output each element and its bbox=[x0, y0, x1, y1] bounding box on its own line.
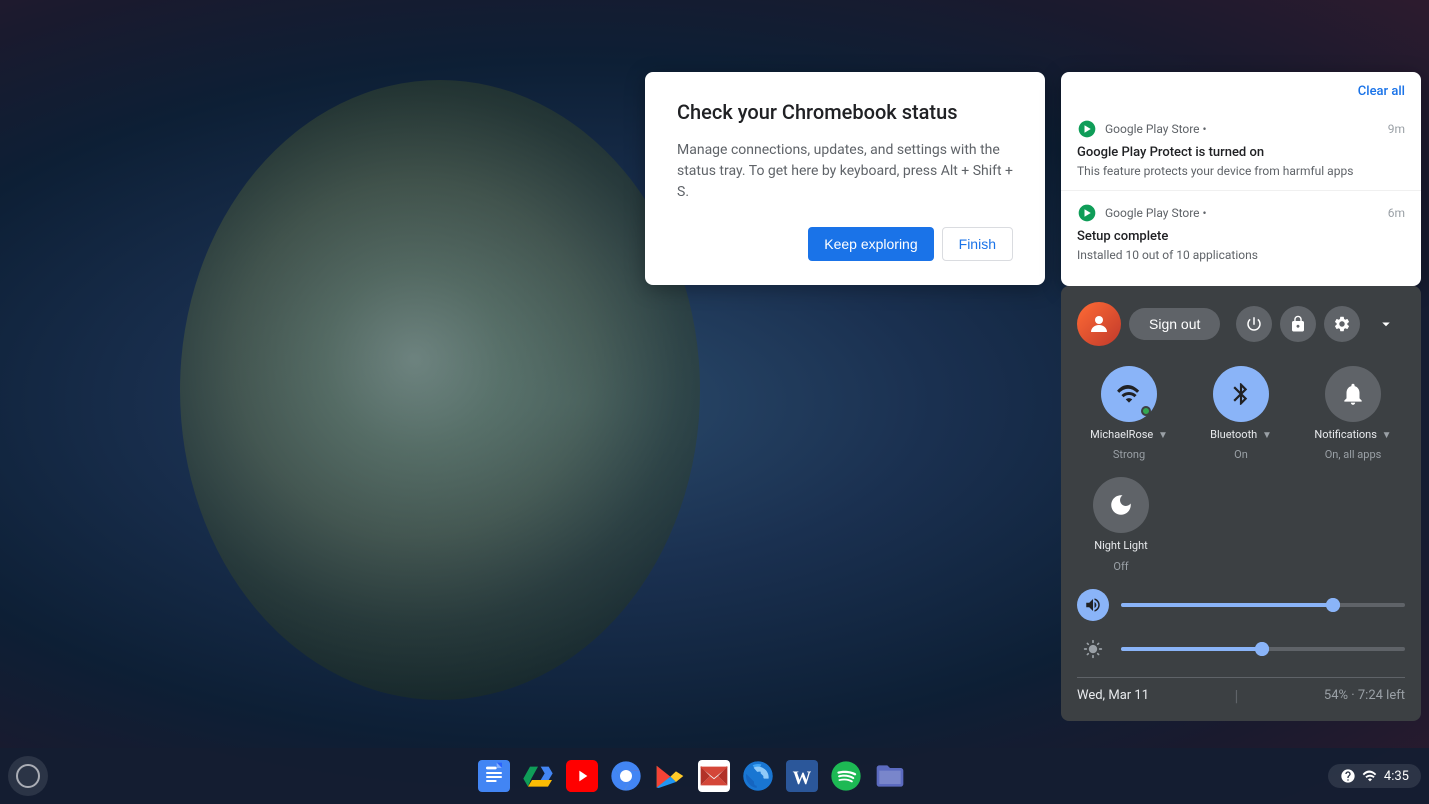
notif-title-1: Google Play Protect is turned on bbox=[1077, 145, 1405, 160]
brightness-icon bbox=[1077, 633, 1109, 665]
taskbar-app-chrome[interactable] bbox=[606, 756, 646, 796]
bluetooth-control: Bluetooth ▼ On bbox=[1189, 366, 1293, 461]
card-body: Manage connections, updates, and setting… bbox=[677, 140, 1013, 203]
card-title: Check your Chromebook status bbox=[677, 100, 1013, 124]
finish-button[interactable]: Finish bbox=[942, 227, 1013, 261]
notif-body-1: This feature protects your device from h… bbox=[1077, 164, 1405, 178]
help-icon bbox=[1340, 768, 1356, 784]
play-store-icon-1 bbox=[1077, 119, 1097, 139]
volume-slider-row bbox=[1077, 589, 1405, 621]
taskbar-left bbox=[8, 756, 56, 796]
card-buttons: Keep exploring Finish bbox=[677, 227, 1013, 261]
notification-panel: Clear all Google Play Store • 9m Google … bbox=[1061, 72, 1421, 286]
notif-app-name-2: Google Play Store • bbox=[1105, 206, 1207, 220]
notification-item-2: Google Play Store • 6m Setup complete In… bbox=[1061, 191, 1421, 274]
expand-button[interactable] bbox=[1368, 306, 1404, 342]
taskbar: W bbox=[0, 748, 1429, 804]
sign-out-button[interactable]: Sign out bbox=[1129, 308, 1220, 340]
notif-time-1: 9m bbox=[1388, 122, 1405, 136]
settings-button[interactable] bbox=[1324, 306, 1360, 342]
brightness-slider-row bbox=[1077, 633, 1405, 665]
taskbar-app-word[interactable]: W bbox=[782, 756, 822, 796]
desktop: Check your Chromebook status Manage conn… bbox=[0, 0, 1429, 804]
tray-controls-grid: MichaelRose ▼ Strong Bluetooth ▼ On bbox=[1077, 366, 1405, 461]
taskbar-app-gmail[interactable] bbox=[694, 756, 734, 796]
night-light-control: Night Light Off bbox=[1093, 477, 1149, 572]
notifications-button[interactable] bbox=[1325, 366, 1381, 422]
svg-text:W: W bbox=[793, 768, 812, 789]
notifications-sublabel: On, all apps bbox=[1325, 448, 1382, 461]
taskbar-app-files[interactable] bbox=[870, 756, 910, 796]
night-light-button[interactable] bbox=[1093, 477, 1149, 533]
wifi-control: MichaelRose ▼ Strong bbox=[1077, 366, 1181, 461]
notif-time-2: 6m bbox=[1388, 206, 1405, 220]
brightness-slider[interactable] bbox=[1121, 647, 1405, 651]
taskbar-time: 4:35 bbox=[1384, 769, 1409, 784]
play-store-icon-2 bbox=[1077, 203, 1097, 223]
taskbar-right: 4:35 bbox=[1328, 764, 1421, 788]
night-light-label: Night Light bbox=[1094, 539, 1148, 553]
wifi-button[interactable] bbox=[1101, 366, 1157, 422]
launcher-icon bbox=[16, 764, 40, 788]
notification-header: Clear all bbox=[1061, 84, 1421, 107]
bluetooth-label: Bluetooth ▼ bbox=[1210, 428, 1272, 442]
notifications-label: Notifications ▼ bbox=[1314, 428, 1391, 442]
wifi-label: MichaelRose ▼ bbox=[1090, 428, 1168, 442]
notification-item-1: Google Play Store • 9m Google Play Prote… bbox=[1061, 107, 1421, 191]
taskbar-app-earth[interactable] bbox=[738, 756, 778, 796]
lock-button[interactable] bbox=[1280, 306, 1316, 342]
launcher-button[interactable] bbox=[8, 756, 48, 796]
notif-body-2: Installed 10 out of 10 applications bbox=[1077, 248, 1405, 262]
taskbar-wifi-icon bbox=[1362, 768, 1378, 784]
notif-app-row-2: Google Play Store • 6m bbox=[1077, 203, 1405, 223]
user-avatar[interactable] bbox=[1077, 302, 1121, 346]
tray-bottom-bar: Wed, Mar 11 | 54% · 7:24 left bbox=[1077, 677, 1405, 705]
keep-exploring-button[interactable]: Keep exploring bbox=[808, 227, 933, 261]
notif-app-row-1: Google Play Store • 9m bbox=[1077, 119, 1405, 139]
power-button[interactable] bbox=[1236, 306, 1272, 342]
taskbar-app-drive[interactable] bbox=[518, 756, 558, 796]
volume-icon[interactable] bbox=[1077, 589, 1109, 621]
notif-title-2: Setup complete bbox=[1077, 229, 1405, 244]
volume-slider[interactable] bbox=[1121, 603, 1405, 607]
tray-date: Wed, Mar 11 bbox=[1077, 688, 1149, 703]
tray-battery: 54% · 7:24 left bbox=[1324, 688, 1405, 703]
system-tray-panel: Sign out bbox=[1061, 286, 1421, 721]
notif-app-name-1: Google Play Store • bbox=[1105, 122, 1207, 136]
bluetooth-button[interactable] bbox=[1213, 366, 1269, 422]
taskbar-app-play[interactable] bbox=[650, 756, 690, 796]
taskbar-app-spotify[interactable] bbox=[826, 756, 866, 796]
clear-all-button[interactable]: Clear all bbox=[1358, 84, 1405, 99]
wifi-sublabel: Strong bbox=[1113, 448, 1145, 461]
taskbar-app-docs[interactable] bbox=[474, 756, 514, 796]
taskbar-app-youtube[interactable] bbox=[562, 756, 602, 796]
desktop-globe bbox=[180, 80, 700, 700]
night-light-row: Night Light Off bbox=[1077, 477, 1405, 572]
taskbar-apps: W bbox=[56, 756, 1328, 796]
notifications-control: Notifications ▼ On, all apps bbox=[1301, 366, 1405, 461]
night-light-sublabel: Off bbox=[1113, 560, 1128, 573]
tray-top-row: Sign out bbox=[1077, 302, 1405, 346]
chromebook-status-card: Check your Chromebook status Manage conn… bbox=[645, 72, 1045, 285]
taskbar-status-area[interactable]: 4:35 bbox=[1328, 764, 1421, 788]
bluetooth-sublabel: On bbox=[1234, 448, 1248, 461]
